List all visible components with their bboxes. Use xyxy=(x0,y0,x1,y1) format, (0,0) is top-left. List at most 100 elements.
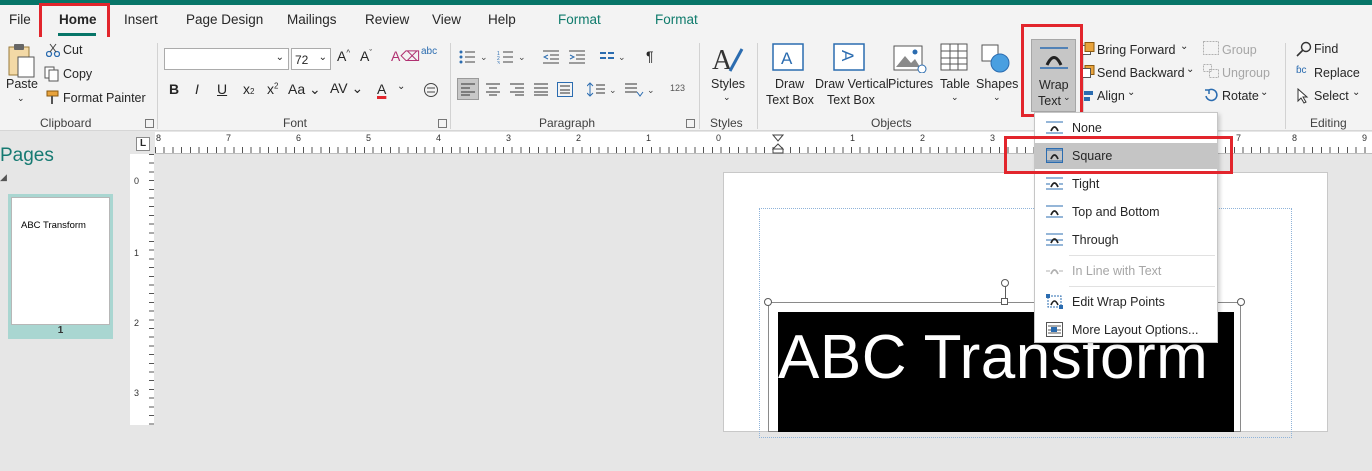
tab-stop-selector-icon[interactable]: L xyxy=(136,137,150,151)
symbol-icon[interactable] xyxy=(423,82,439,98)
find-button[interactable]: Find xyxy=(1314,42,1338,56)
resize-handle-top-right[interactable] xyxy=(1237,298,1245,306)
resize-handle-top-left[interactable] xyxy=(764,298,772,306)
align-button[interactable]: Align xyxy=(1097,89,1125,103)
shrink-font-icon[interactable]: Aˇ xyxy=(360,48,372,64)
baseline-guides-icon[interactable]: 123 xyxy=(670,83,685,93)
select-dropdown-icon[interactable]: ⌄ xyxy=(1352,87,1360,98)
grow-font-icon[interactable]: A^ xyxy=(337,48,350,64)
copy-icon[interactable] xyxy=(44,66,60,82)
superscript-icon[interactable]: x2 xyxy=(267,81,278,97)
tab-mailings[interactable]: Mailings xyxy=(287,12,337,27)
paragraph-spacing-icon[interactable]: ⌄ xyxy=(625,82,655,97)
tab-page-design[interactable]: Page Design xyxy=(186,12,263,27)
pictures-button[interactable]: Pictures xyxy=(888,77,933,91)
clipboard-launcher-icon[interactable] xyxy=(145,119,154,128)
rotate-dropdown-icon[interactable]: ⌄ xyxy=(1260,87,1268,98)
clear-formatting-icon[interactable]: A⌫ xyxy=(391,48,420,65)
paste-button[interactable]: Paste xyxy=(6,77,38,91)
tab-help[interactable]: Help xyxy=(488,12,516,27)
bold-icon[interactable]: B xyxy=(169,81,179,97)
rotate-icon[interactable] xyxy=(1203,87,1219,103)
collapse-icon[interactable]: ◢ xyxy=(0,172,7,183)
columns-icon[interactable]: ⌄ xyxy=(600,50,628,64)
table-button[interactable]: Table xyxy=(940,77,970,91)
tab-format-1[interactable]: Format xyxy=(558,12,601,27)
numbering-icon[interactable]: 1 2 3 ⌄ xyxy=(497,50,527,64)
justify-icon[interactable] xyxy=(534,83,548,96)
menu-item-more-layout-options[interactable]: More Layout Options... xyxy=(1035,317,1217,343)
send-backward-button[interactable]: Send Backward xyxy=(1097,66,1185,80)
menu-item-tight[interactable]: Tight xyxy=(1035,171,1217,197)
align-right-icon[interactable] xyxy=(510,83,524,96)
bring-forward-icon[interactable] xyxy=(1081,42,1095,56)
distribute-icon[interactable] xyxy=(557,82,573,97)
menu-item-edit-wrap-points[interactable]: Edit Wrap Points xyxy=(1035,289,1217,315)
menu-item-through[interactable]: Through xyxy=(1035,227,1217,253)
shapes-icon[interactable] xyxy=(980,43,1012,73)
menu-item-top-and-bottom[interactable]: Top and Bottom xyxy=(1035,199,1217,225)
font-color-dropdown-icon[interactable]: ⌄ xyxy=(397,81,405,92)
select-button[interactable]: Select xyxy=(1314,89,1349,103)
vertical-ruler[interactable]: 0 1 2 3 xyxy=(130,154,154,425)
bring-forward-dropdown-icon[interactable]: ⌄ xyxy=(1180,41,1188,52)
cut-button[interactable]: Cut xyxy=(63,43,82,57)
bring-forward-button[interactable]: Bring Forward xyxy=(1097,43,1176,57)
subscript-icon[interactable]: x2 xyxy=(243,81,254,97)
tab-file[interactable]: File xyxy=(9,12,31,27)
page-thumbnail[interactable]: ABC Transform 1 xyxy=(8,194,113,471)
paste-icon[interactable] xyxy=(6,43,36,79)
search-icon[interactable] xyxy=(1296,41,1312,57)
draw-vertical-text-box-icon[interactable]: A xyxy=(833,43,865,73)
resize-handle-top[interactable] xyxy=(1001,298,1008,305)
show-paragraph-marks-icon[interactable]: ¶ xyxy=(646,48,654,64)
font-name-input[interactable]: ⌄ xyxy=(164,48,289,70)
rotate-button[interactable]: Rotate xyxy=(1222,89,1259,103)
paragraph-launcher-icon[interactable] xyxy=(686,119,695,128)
styles-dropdown-icon[interactable]: ⌄ xyxy=(723,92,731,103)
draw-vertical-label-2[interactable]: Text Box xyxy=(827,93,875,107)
styles-icon[interactable]: A xyxy=(710,43,744,77)
character-spacing-icon[interactable]: AV ⌄ xyxy=(330,80,363,97)
align-dropdown-icon[interactable]: ⌄ xyxy=(1127,87,1135,98)
styles-button[interactable]: Styles xyxy=(711,77,745,91)
select-cursor-icon[interactable] xyxy=(1297,88,1309,104)
draw-text-box-label-2[interactable]: Text Box xyxy=(766,93,814,107)
underline-icon[interactable]: U xyxy=(217,81,227,97)
table-dropdown-icon[interactable]: ⌄ xyxy=(951,92,959,103)
draw-text-box-icon[interactable]: A xyxy=(772,43,804,73)
spelling-icon[interactable]: abc xyxy=(421,46,437,57)
change-case-icon[interactable]: Aa ⌄ xyxy=(288,81,321,98)
copy-button[interactable]: Copy xyxy=(63,67,92,81)
send-backward-dropdown-icon[interactable]: ⌄ xyxy=(1186,64,1194,75)
draw-vertical-label-1[interactable]: Draw Vertical xyxy=(815,77,889,91)
draw-text-box-label-1[interactable]: Draw xyxy=(775,77,804,91)
table-icon[interactable] xyxy=(940,43,968,73)
font-launcher-icon[interactable] xyxy=(438,119,447,128)
line-spacing-icon[interactable]: ⌄ xyxy=(587,82,619,97)
tab-review[interactable]: Review xyxy=(365,12,409,27)
tab-view[interactable]: View xyxy=(432,12,461,27)
tab-format-2[interactable]: Format xyxy=(655,12,698,27)
format-painter-button[interactable]: Format Painter xyxy=(63,91,146,105)
decrease-indent-icon[interactable] xyxy=(543,50,559,64)
replace-icon[interactable]: ɓc xyxy=(1296,65,1307,76)
italic-icon[interactable]: I xyxy=(195,81,199,97)
pictures-icon[interactable] xyxy=(893,43,927,73)
shapes-button[interactable]: Shapes xyxy=(976,77,1018,91)
font-color-icon[interactable]: A xyxy=(377,81,386,97)
indent-marker-icon[interactable] xyxy=(772,134,784,154)
increase-indent-icon[interactable] xyxy=(569,50,585,64)
font-size-input[interactable]: 72 ⌄ xyxy=(291,48,331,70)
paste-dropdown-icon[interactable]: ⌄ xyxy=(17,93,25,104)
rotation-handle[interactable] xyxy=(1001,279,1009,287)
tab-insert[interactable]: Insert xyxy=(124,12,158,27)
replace-button[interactable]: Replace xyxy=(1314,66,1360,80)
cut-icon[interactable] xyxy=(46,43,60,57)
align-icon[interactable] xyxy=(1081,89,1095,103)
shapes-dropdown-icon[interactable]: ⌄ xyxy=(993,92,1001,103)
format-painter-icon[interactable] xyxy=(44,90,60,106)
bullets-icon[interactable]: ⌄ xyxy=(459,50,489,64)
send-backward-icon[interactable] xyxy=(1081,65,1095,79)
align-center-icon[interactable] xyxy=(486,83,500,96)
